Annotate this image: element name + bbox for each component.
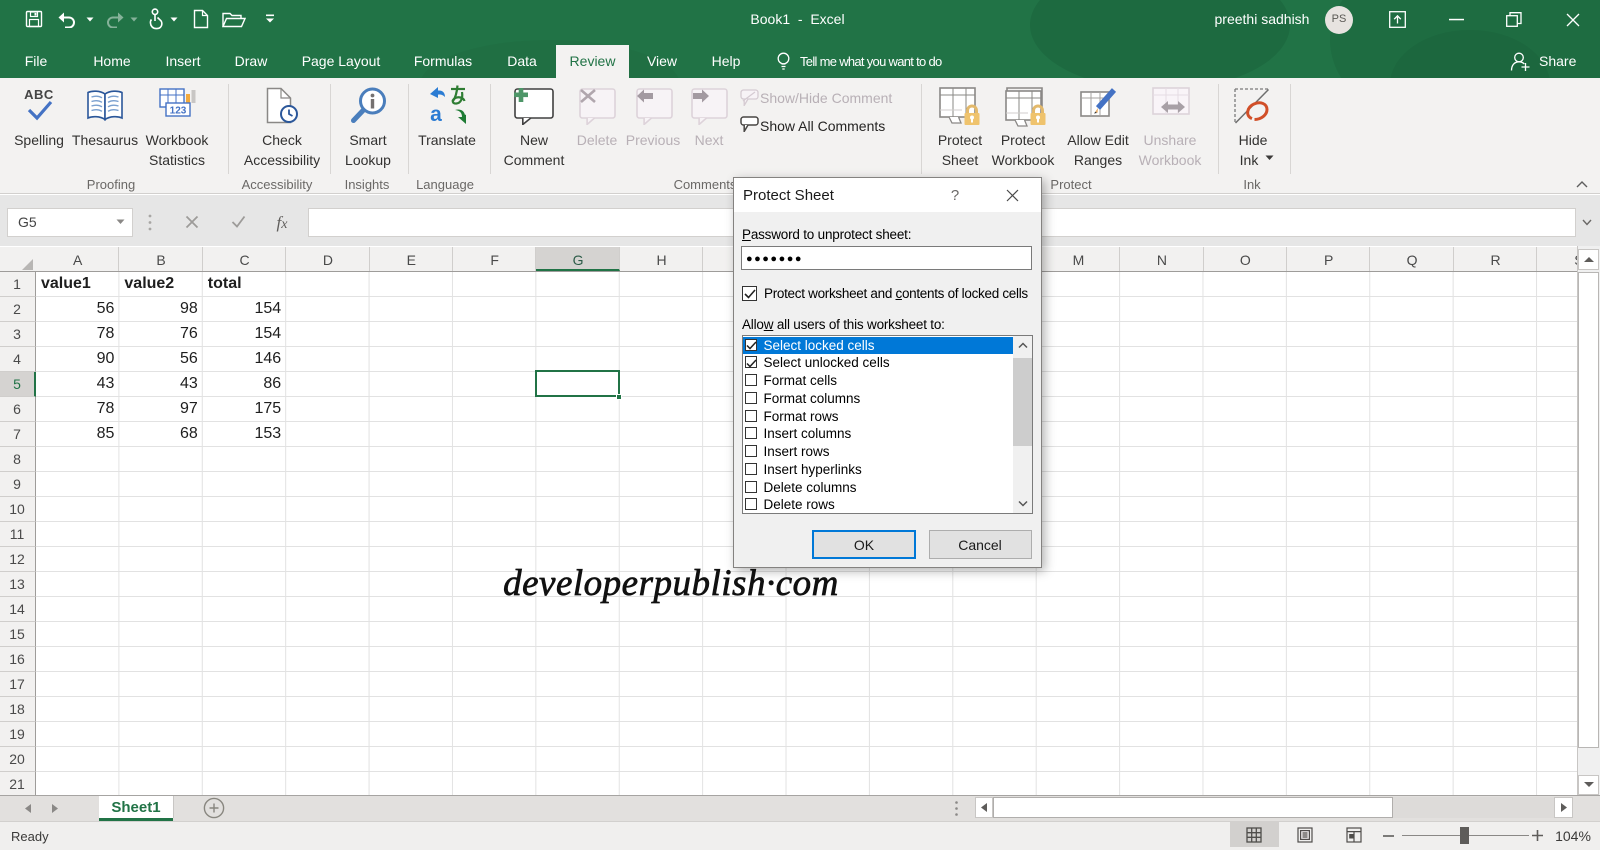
svg-text:123: 123 — [170, 106, 187, 117]
svg-text:a: a — [430, 103, 442, 125]
